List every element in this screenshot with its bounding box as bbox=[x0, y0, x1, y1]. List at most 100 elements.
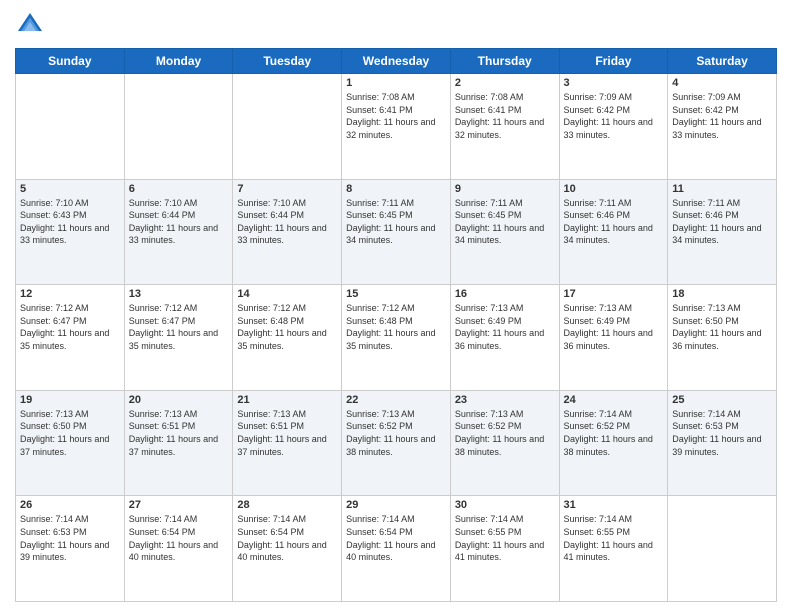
day-info: Sunrise: 7:12 AMSunset: 6:47 PMDaylight:… bbox=[129, 302, 229, 352]
day-number: 20 bbox=[129, 394, 229, 406]
weekday-header-monday: Monday bbox=[124, 49, 233, 74]
day-number: 21 bbox=[237, 394, 337, 406]
day-number: 30 bbox=[455, 499, 555, 511]
calendar-cell: 27 Sunrise: 7:14 AMSunset: 6:54 PMDayligh… bbox=[124, 496, 233, 602]
calendar-cell bbox=[668, 496, 777, 602]
weekday-header-friday: Friday bbox=[559, 49, 668, 74]
day-info: Sunrise: 7:09 AMSunset: 6:42 PMDaylight:… bbox=[672, 91, 772, 141]
calendar-cell: 14 Sunrise: 7:12 AMSunset: 6:48 PMDayligh… bbox=[233, 285, 342, 391]
day-number: 22 bbox=[346, 394, 446, 406]
calendar-cell: 26Sunrise: 7:14 AMSunset: 6:53 PMDayligh… bbox=[16, 496, 125, 602]
day-number: 3 bbox=[564, 77, 664, 89]
calendar-cell: 13 Sunrise: 7:12 AMSunset: 6:47 PMDayligh… bbox=[124, 285, 233, 391]
logo-icon bbox=[15, 10, 45, 40]
header bbox=[15, 10, 777, 40]
calendar-cell: 28Sunrise: 7:14 AMSunset: 6:54 PMDayligh… bbox=[233, 496, 342, 602]
calendar-cell: 8 Sunrise: 7:11 AMSunset: 6:45 PMDaylight… bbox=[342, 179, 451, 285]
calendar-cell: 23Sunrise: 7:13 AMSunset: 6:52 PMDayligh… bbox=[450, 390, 559, 496]
day-number: 7 bbox=[237, 183, 337, 195]
calendar-table: SundayMondayTuesdayWednesdayThursdayFrid… bbox=[15, 48, 777, 602]
calendar-cell: 20Sunrise: 7:13 AMSunset: 6:51 PMDayligh… bbox=[124, 390, 233, 496]
weekday-header-row: SundayMondayTuesdayWednesdayThursdayFrid… bbox=[16, 49, 777, 74]
day-info: Sunrise: 7:11 AMSunset: 6:45 PMDaylight:… bbox=[346, 197, 446, 247]
day-number: 10 bbox=[564, 183, 664, 195]
day-info: Sunrise: 7:12 AMSunset: 6:48 PMDaylight:… bbox=[237, 302, 337, 352]
day-number: 4 bbox=[672, 77, 772, 89]
day-info: Sunrise: 7:14 AMSunset: 6:53 PMDaylight:… bbox=[20, 513, 120, 563]
day-info: Sunrise: 7:14 AMSunset: 6:55 PMDaylight:… bbox=[564, 513, 664, 563]
calendar-week-1: 1 Sunrise: 7:08 AMSunset: 6:41 PMDaylight… bbox=[16, 74, 777, 180]
day-number: 8 bbox=[346, 183, 446, 195]
calendar-week-3: 12 Sunrise: 7:12 AMSunset: 6:47 PMDayligh… bbox=[16, 285, 777, 391]
calendar-cell: 21 Sunrise: 7:13 AMSunset: 6:51 PMDayligh… bbox=[233, 390, 342, 496]
day-info: Sunrise: 7:10 AMSunset: 6:43 PMDaylight:… bbox=[20, 197, 120, 247]
day-info: Sunrise: 7:13 AMSunset: 6:51 PMDaylight:… bbox=[237, 408, 337, 458]
logo bbox=[15, 10, 49, 40]
day-number: 16 bbox=[455, 288, 555, 300]
calendar-cell: 1Sunrise: 7:08 AMSunset: 6:41 PMDaylight… bbox=[342, 74, 451, 180]
day-info: Sunrise: 7:13 AMSunset: 6:49 PMDaylight:… bbox=[455, 302, 555, 352]
day-info: Sunrise: 7:13 AMSunset: 6:50 PMDaylight:… bbox=[20, 408, 120, 458]
weekday-header-sunday: Sunday bbox=[16, 49, 125, 74]
day-info: Sunrise: 7:12 AMSunset: 6:47 PMDaylight:… bbox=[20, 302, 120, 352]
day-number: 27 bbox=[129, 499, 229, 511]
weekday-header-saturday: Saturday bbox=[668, 49, 777, 74]
day-info: Sunrise: 7:14 AMSunset: 6:52 PMDaylight:… bbox=[564, 408, 664, 458]
day-info: Sunrise: 7:08 AMSunset: 6:41 PMDaylight:… bbox=[455, 91, 555, 141]
day-number: 1 bbox=[346, 77, 446, 89]
day-info: Sunrise: 7:13 AMSunset: 6:50 PMDaylight:… bbox=[672, 302, 772, 352]
calendar-cell: 10 Sunrise: 7:11 AMSunset: 6:46 PMDayligh… bbox=[559, 179, 668, 285]
weekday-header-wednesday: Wednesday bbox=[342, 49, 451, 74]
calendar-cell: 7 Sunrise: 7:10 AMSunset: 6:44 PMDaylight… bbox=[233, 179, 342, 285]
calendar-week-4: 19 Sunrise: 7:13 AMSunset: 6:50 PMDayligh… bbox=[16, 390, 777, 496]
day-number: 2 bbox=[455, 77, 555, 89]
day-info: Sunrise: 7:11 AMSunset: 6:46 PMDaylight:… bbox=[672, 197, 772, 247]
day-number: 14 bbox=[237, 288, 337, 300]
calendar-cell: 18 Sunrise: 7:13 AMSunset: 6:50 PMDayligh… bbox=[668, 285, 777, 391]
day-info: Sunrise: 7:14 AMSunset: 6:53 PMDaylight:… bbox=[672, 408, 772, 458]
calendar-cell: 30 Sunrise: 7:14 AMSunset: 6:55 PMDayligh… bbox=[450, 496, 559, 602]
day-number: 13 bbox=[129, 288, 229, 300]
page: SundayMondayTuesdayWednesdayThursdayFrid… bbox=[0, 0, 792, 612]
calendar-cell bbox=[233, 74, 342, 180]
day-number: 29 bbox=[346, 499, 446, 511]
calendar-cell bbox=[124, 74, 233, 180]
day-info: Sunrise: 7:14 AMSunset: 6:55 PMDaylight:… bbox=[455, 513, 555, 563]
day-number: 23 bbox=[455, 394, 555, 406]
day-info: Sunrise: 7:10 AMSunset: 6:44 PMDaylight:… bbox=[237, 197, 337, 247]
calendar-cell: 6 Sunrise: 7:10 AMSunset: 6:44 PMDaylight… bbox=[124, 179, 233, 285]
calendar-week-2: 5 Sunrise: 7:10 AMSunset: 6:43 PMDaylight… bbox=[16, 179, 777, 285]
day-info: Sunrise: 7:14 AMSunset: 6:54 PMDaylight:… bbox=[129, 513, 229, 563]
calendar-cell bbox=[16, 74, 125, 180]
day-info: Sunrise: 7:09 AMSunset: 6:42 PMDaylight:… bbox=[564, 91, 664, 141]
calendar-cell: 5 Sunrise: 7:10 AMSunset: 6:43 PMDaylight… bbox=[16, 179, 125, 285]
weekday-header-tuesday: Tuesday bbox=[233, 49, 342, 74]
day-info: Sunrise: 7:11 AMSunset: 6:45 PMDaylight:… bbox=[455, 197, 555, 247]
calendar-week-5: 26Sunrise: 7:14 AMSunset: 6:53 PMDayligh… bbox=[16, 496, 777, 602]
calendar-cell: 2 Sunrise: 7:08 AMSunset: 6:41 PMDaylight… bbox=[450, 74, 559, 180]
calendar-cell: 4 Sunrise: 7:09 AMSunset: 6:42 PMDaylight… bbox=[668, 74, 777, 180]
calendar-cell: 15Sunrise: 7:12 AMSunset: 6:48 PMDayligh… bbox=[342, 285, 451, 391]
day-number: 12 bbox=[20, 288, 120, 300]
calendar-cell: 22Sunrise: 7:13 AMSunset: 6:52 PMDayligh… bbox=[342, 390, 451, 496]
calendar-cell: 16 Sunrise: 7:13 AMSunset: 6:49 PMDayligh… bbox=[450, 285, 559, 391]
day-number: 18 bbox=[672, 288, 772, 300]
weekday-header-thursday: Thursday bbox=[450, 49, 559, 74]
calendar-cell: 3 Sunrise: 7:09 AMSunset: 6:42 PMDaylight… bbox=[559, 74, 668, 180]
calendar-cell: 11 Sunrise: 7:11 AMSunset: 6:46 PMDayligh… bbox=[668, 179, 777, 285]
day-info: Sunrise: 7:14 AMSunset: 6:54 PMDaylight:… bbox=[346, 513, 446, 563]
calendar-cell: 24 Sunrise: 7:14 AMSunset: 6:52 PMDayligh… bbox=[559, 390, 668, 496]
day-info: Sunrise: 7:10 AMSunset: 6:44 PMDaylight:… bbox=[129, 197, 229, 247]
day-number: 19 bbox=[20, 394, 120, 406]
day-info: Sunrise: 7:14 AMSunset: 6:54 PMDaylight:… bbox=[237, 513, 337, 563]
day-info: Sunrise: 7:11 AMSunset: 6:46 PMDaylight:… bbox=[564, 197, 664, 247]
day-number: 11 bbox=[672, 183, 772, 195]
day-number: 24 bbox=[564, 394, 664, 406]
day-number: 6 bbox=[129, 183, 229, 195]
calendar-cell: 17 Sunrise: 7:13 AMSunset: 6:49 PMDayligh… bbox=[559, 285, 668, 391]
day-info: Sunrise: 7:13 AMSunset: 6:49 PMDaylight:… bbox=[564, 302, 664, 352]
day-number: 17 bbox=[564, 288, 664, 300]
day-number: 5 bbox=[20, 183, 120, 195]
calendar-cell: 29 Sunrise: 7:14 AMSunset: 6:54 PMDayligh… bbox=[342, 496, 451, 602]
day-number: 9 bbox=[455, 183, 555, 195]
